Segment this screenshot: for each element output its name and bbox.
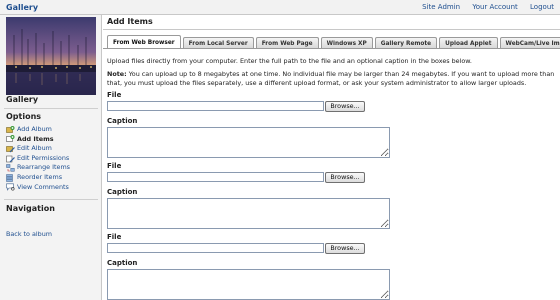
edit-permissions-icon — [6, 155, 15, 163]
size-note: Note: You can upload up to 8 megabytes a… — [107, 70, 555, 87]
album-thumbnail[interactable] — [6, 17, 96, 95]
file-label: File — [107, 233, 122, 241]
tab-divider — [103, 48, 560, 49]
file-path-input[interactable] — [107, 172, 324, 182]
file-path-input[interactable] — [107, 101, 324, 111]
file-path-input[interactable] — [107, 243, 324, 253]
album-title: Gallery — [6, 95, 39, 104]
navigation-heading: Navigation — [6, 204, 55, 213]
sidebar-item-edit-permissions[interactable]: Edit Permissions — [6, 154, 98, 164]
note-text: You can upload up to 8 megabytes at one … — [107, 70, 555, 87]
sidebar-item-label: Reorder Items — [17, 172, 63, 181]
sidebar-item-label: Add Album — [17, 125, 52, 133]
site-admin-link[interactable]: Site Admin — [422, 3, 460, 11]
note-label: Note: — [107, 70, 127, 78]
sidebar-item-edit-album[interactable]: Edit Album — [6, 144, 98, 154]
caption-label: Caption — [107, 259, 138, 267]
sidebar-item-label: View Comments — [17, 182, 69, 191]
tab-from-web-browser[interactable]: From Web Browser — [107, 35, 181, 49]
sidebar: Gallery Options Add Album Add Items Edit… — [0, 15, 102, 300]
options-list: Add Album Add Items Edit Album Edit Perm… — [6, 125, 98, 192]
sidebar-divider — [4, 199, 98, 200]
caption-label: Caption — [107, 188, 138, 196]
sidebar-item-add-items: Add Items — [6, 135, 98, 145]
rearrange-items-icon — [6, 164, 15, 172]
options-heading: Options — [6, 112, 42, 121]
title-divider — [103, 29, 560, 30]
add-items-icon — [6, 135, 15, 143]
add-album-icon — [6, 125, 15, 134]
logout-link[interactable]: Logout — [530, 3, 554, 11]
your-account-link[interactable]: Your Account — [472, 3, 517, 11]
sidebar-item-label: Edit Permissions — [17, 153, 70, 162]
sidebar-item-label: Edit Album — [17, 144, 52, 153]
file-label: File — [107, 91, 122, 99]
top-bar: Gallery Site Admin Your Account Logout — [0, 0, 560, 15]
view-comments-icon — [6, 183, 15, 192]
account-links: Site Admin Your Account Logout — [412, 3, 554, 11]
sidebar-item-view-comments[interactable]: View Comments — [6, 183, 98, 193]
upload-method-tabs: From Web Browser From Local Server From … — [107, 35, 560, 49]
intro-text: Upload files directly from your computer… — [107, 57, 472, 65]
sidebar-item-label: Add Items — [17, 134, 54, 143]
browse-button[interactable]: Browse... — [325, 172, 365, 183]
sidebar-item-label: Rearrange Items — [17, 163, 71, 172]
main-content: Add Items From Web Browser From Local Se… — [103, 15, 560, 300]
reorder-items-icon — [6, 174, 15, 182]
browse-button[interactable]: Browse... — [325, 101, 365, 112]
sidebar-item-rearrange-items[interactable]: Rearrange Items — [6, 163, 98, 173]
edit-album-icon — [6, 145, 15, 153]
caption-textarea[interactable] — [107, 269, 390, 300]
caption-textarea[interactable] — [107, 127, 390, 158]
sidebar-divider — [4, 108, 98, 109]
file-label: File — [107, 162, 122, 170]
caption-label: Caption — [107, 117, 138, 125]
page-title: Add Items — [107, 17, 153, 26]
caption-textarea[interactable] — [107, 198, 390, 229]
back-to-album-link[interactable]: Back to album — [6, 230, 52, 238]
sidebar-item-add-album[interactable]: Add Album — [6, 125, 98, 135]
browse-button[interactable]: Browse... — [325, 243, 365, 254]
gallery-brand-link[interactable]: Gallery — [6, 3, 38, 12]
sidebar-item-reorder-items[interactable]: Reorder Items — [6, 173, 98, 183]
